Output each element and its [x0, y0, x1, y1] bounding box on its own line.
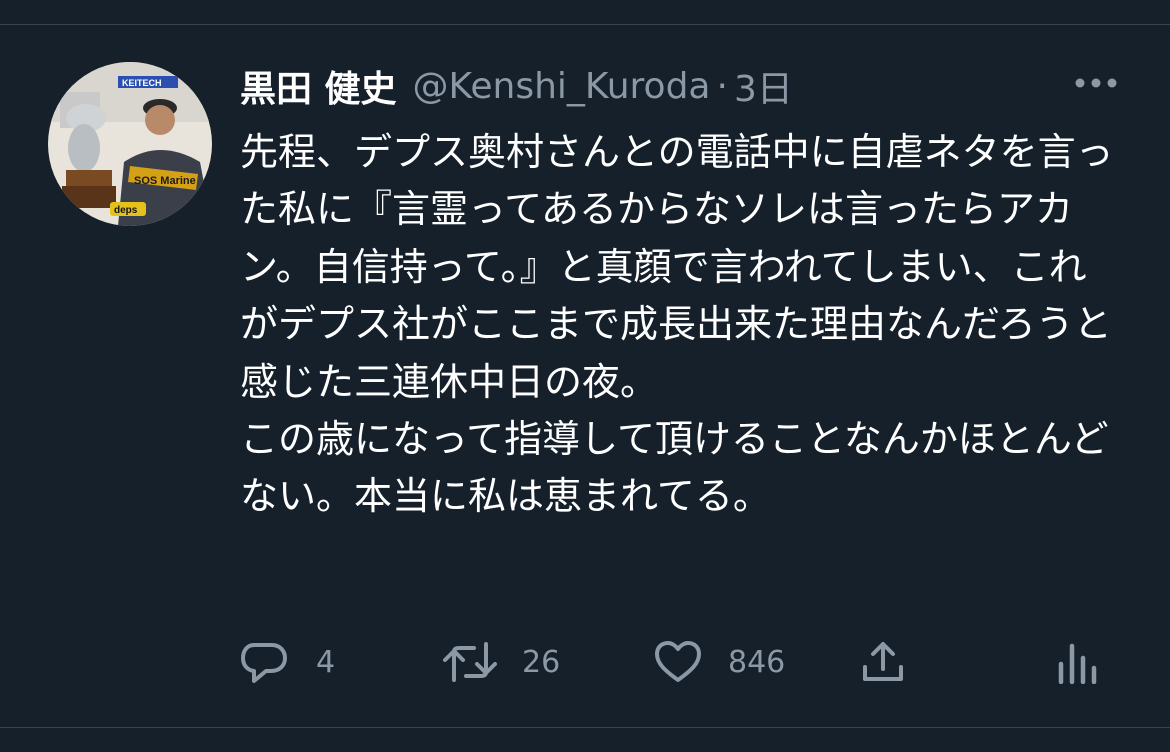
like-button[interactable]: 846	[654, 636, 785, 688]
top-divider	[0, 24, 1170, 25]
analytics-button[interactable]	[1056, 636, 1100, 688]
svg-text:SOS Marine: SOS Marine	[134, 175, 196, 187]
avatar[interactable]: KEITECH SOS Marine deps	[48, 62, 212, 226]
more-options-button[interactable]	[1072, 66, 1120, 100]
user-handle[interactable]: @Kenshi_Kuroda	[413, 66, 711, 107]
retweet-count: 26	[522, 644, 561, 680]
reply-button[interactable]: 4	[240, 636, 335, 688]
tweet-header: 黒田 健史 @Kenshi_Kuroda · 3日	[240, 58, 793, 114]
timestamp[interactable]: 3日	[734, 60, 793, 112]
retweet-icon	[443, 642, 497, 682]
action-bar: 4 26 846	[240, 636, 1120, 688]
display-name[interactable]: 黒田 健史	[240, 60, 397, 112]
share-button[interactable]	[860, 636, 906, 688]
retweet-button[interactable]: 26	[442, 636, 560, 688]
like-count: 846	[728, 644, 786, 680]
analytics-icon	[1058, 643, 1097, 684]
heart-icon	[655, 641, 701, 682]
svg-text:KEITECH: KEITECH	[122, 78, 162, 88]
tweet-text: 先程、デプス奥村さんとの電話中に自虐ネタを言った私に『言霊ってあるからなソレは言…	[240, 130, 1114, 519]
reply-count: 4	[316, 644, 336, 680]
bottom-divider	[0, 727, 1170, 728]
more-dots-icon	[1075, 78, 1117, 88]
svg-text:deps: deps	[114, 205, 138, 216]
share-icon	[863, 642, 903, 681]
separator-dot: ·	[716, 65, 728, 107]
reply-icon	[241, 643, 287, 683]
avatar-photo: KEITECH SOS Marine deps	[48, 62, 212, 226]
